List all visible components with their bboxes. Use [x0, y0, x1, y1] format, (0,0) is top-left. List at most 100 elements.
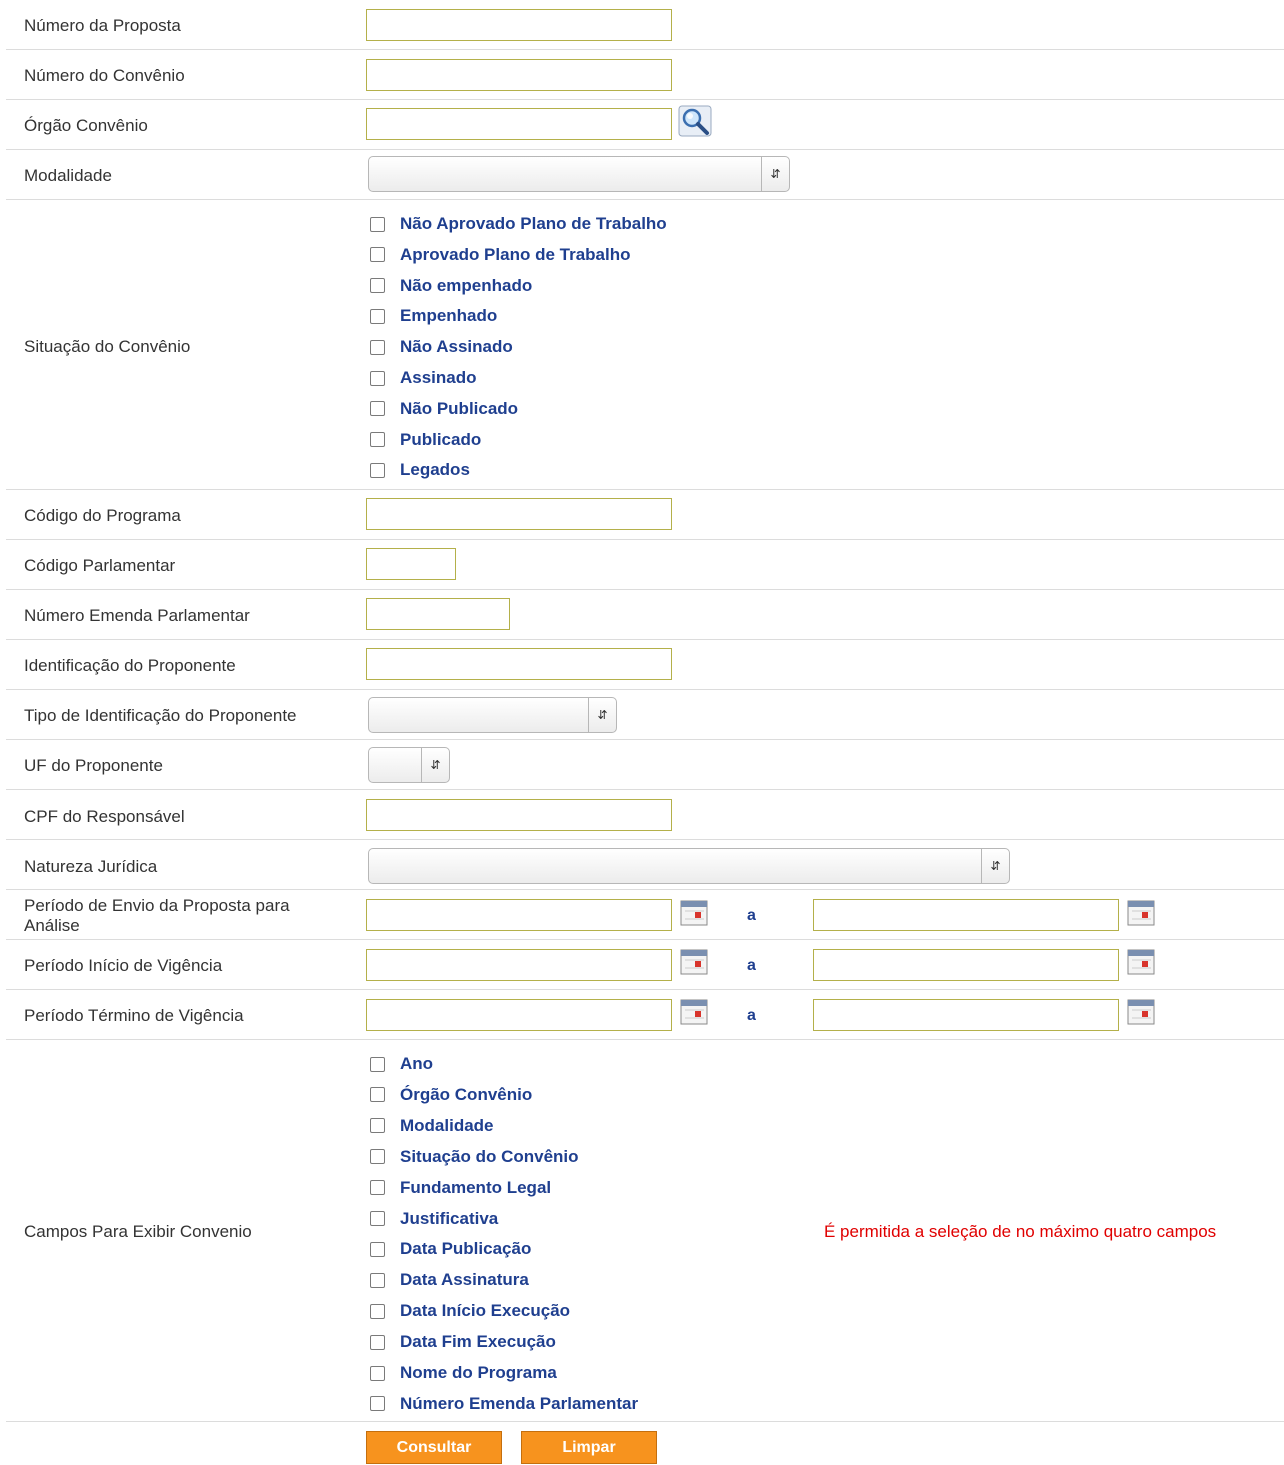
numero-convenio-input[interactable] [366, 59, 672, 91]
campo-exibir-option[interactable]: Fundamento Legal [370, 1176, 551, 1200]
periodo-termino-ate-input[interactable] [813, 999, 1119, 1031]
campo-exibir-option[interactable]: Ano [370, 1052, 433, 1076]
campo-exibir-checkbox[interactable] [370, 1118, 385, 1134]
label-codigo-programa: Código do Programa [24, 506, 181, 525]
periodo-envio-separator: a [747, 907, 756, 924]
numero-proposta-input[interactable] [366, 9, 672, 41]
calendar-icon[interactable] [680, 899, 708, 927]
campo-exibir-option[interactable]: Modalidade [370, 1114, 494, 1138]
campo-exibir-checkbox[interactable] [370, 1087, 385, 1103]
periodo-envio-fim-input[interactable] [813, 899, 1119, 931]
periodo-inicio-ate-input[interactable] [813, 949, 1119, 981]
situacao-option-label: Não Assinado [400, 337, 513, 357]
campo-exibir-option[interactable]: Justificativa [370, 1207, 498, 1231]
situacao-checkbox[interactable] [370, 432, 385, 448]
situacao-option[interactable]: Legados [370, 458, 470, 482]
periodo-inicio-separator: a [747, 957, 756, 974]
label-numero-convenio: Número do Convênio [24, 66, 185, 85]
campo-exibir-option[interactable]: Número Emenda Parlamentar [370, 1392, 638, 1416]
label-periodo-termino: Período Término de Vigência [24, 1006, 244, 1025]
row-numero-emenda: Número Emenda Parlamentar [6, 590, 1284, 640]
campo-exibir-option-label: Justificativa [400, 1208, 499, 1228]
situacao-option[interactable]: Não Publicado [370, 397, 518, 421]
campo-exibir-checkbox[interactable] [370, 1272, 385, 1288]
campo-exibir-checkbox[interactable] [370, 1396, 385, 1412]
periodo-inicio-de-input[interactable] [366, 949, 672, 981]
chevron-updown-icon: ⇵ [981, 849, 1009, 883]
situacao-checkbox[interactable] [370, 216, 385, 232]
row-uf-proponente: UF do Proponente [6, 740, 1284, 790]
label-codigo-parlamentar: Código Parlamentar [24, 556, 176, 575]
codigo-parlamentar-input[interactable] [366, 548, 456, 580]
uf-proponente-select[interactable]: ⇵ [368, 747, 450, 783]
campo-exibir-option[interactable]: Data Início Execução [370, 1299, 570, 1323]
tipo-identificacao-select[interactable]: ⇵ [368, 697, 617, 733]
situacao-option[interactable]: Publicado [370, 428, 481, 452]
codigo-programa-input[interactable] [366, 498, 672, 530]
situacao-option[interactable]: Aprovado Plano de Trabalho [370, 243, 630, 267]
campo-exibir-option-label: Nome do Programa [400, 1363, 557, 1382]
situacao-option[interactable]: Não Aprovado Plano de Trabalho [370, 212, 667, 236]
campo-exibir-checkbox[interactable] [370, 1241, 385, 1257]
calendar-icon[interactable] [680, 948, 708, 976]
limpar-button[interactable]: Limpar [521, 1431, 657, 1464]
orgao-convenio-input[interactable] [366, 108, 672, 140]
situacao-option[interactable]: Não empenhado [370, 274, 532, 298]
campo-exibir-option[interactable]: Data Publicação [370, 1237, 531, 1261]
campo-exibir-checkbox[interactable] [370, 1056, 385, 1072]
modalidade-select[interactable]: ⇵ [368, 156, 790, 192]
campo-exibir-option-label: Ano [400, 1054, 434, 1073]
campo-exibir-option[interactable]: Data Assinatura [370, 1268, 529, 1292]
campo-exibir-checkbox[interactable] [370, 1211, 385, 1226]
campo-exibir-option[interactable]: Data Fim Execução [370, 1330, 556, 1354]
situacao-checkbox[interactable] [370, 462, 385, 478]
campo-exibir-option-label: Órgão Convênio [400, 1084, 533, 1104]
situacao-option[interactable]: Não Assinado [370, 335, 513, 359]
periodo-envio-inicio-input[interactable] [366, 899, 672, 931]
calendar-icon[interactable] [1127, 998, 1155, 1026]
cpf-responsavel-input[interactable] [366, 799, 672, 831]
label-numero-emenda: Número Emenda Parlamentar [24, 606, 250, 625]
campo-exibir-checkbox[interactable] [370, 1334, 385, 1350]
label-identificacao-proponente: Identificação do Proponente [24, 656, 236, 675]
situacao-checkbox[interactable] [370, 247, 385, 263]
natureza-juridica-select[interactable]: ⇵ [368, 848, 1010, 884]
calendar-icon[interactable] [680, 998, 708, 1026]
situacao-option[interactable]: Empenhado [370, 304, 497, 328]
situacao-option[interactable]: Assinado [370, 366, 477, 390]
campo-exibir-option-label: Data Assinatura [400, 1270, 529, 1290]
campo-exibir-option[interactable]: Nome do Programa [370, 1361, 557, 1385]
campo-exibir-option-label: Modalidade [400, 1115, 494, 1135]
label-periodo-envio: Período de Envio da Proposta para Anális… [24, 896, 290, 935]
numero-emenda-input[interactable] [366, 598, 510, 630]
situacao-checkbox[interactable] [370, 401, 385, 417]
periodo-termino-de-input[interactable] [366, 999, 672, 1031]
campo-exibir-checkbox[interactable] [370, 1149, 385, 1165]
situacao-option-label: Publicado [400, 429, 482, 449]
situacao-checkbox[interactable] [370, 278, 385, 294]
label-modalidade: Modalidade [24, 166, 112, 185]
label-cpf-responsavel: CPF do Responsável [24, 807, 185, 826]
situacao-option-label: Não Aprovado Plano de Trabalho [400, 214, 667, 233]
situacao-checkbox[interactable] [370, 308, 385, 324]
row-tipo-identificacao: Tipo de Identificação do Proponente [6, 690, 1284, 740]
situacao-checkbox[interactable] [370, 339, 385, 355]
max-selection-warning: É permitida a seleção de no máximo quatr… [824, 1222, 1217, 1241]
situacao-option-label: Assinado [400, 368, 477, 387]
campo-exibir-checkbox[interactable] [370, 1180, 385, 1196]
campo-exibir-checkbox[interactable] [370, 1303, 385, 1319]
campo-exibir-option[interactable]: Órgão Convênio [370, 1083, 532, 1107]
situacao-option-label: Não Publicado [400, 398, 519, 418]
periodo-termino-separator: a [747, 1007, 756, 1024]
consultar-button[interactable]: Consultar [366, 1431, 502, 1464]
label-situacao-convenio: Situação do Convênio [24, 337, 191, 356]
calendar-icon[interactable] [1127, 948, 1155, 976]
row-situacao-convenio: Situação do Convênio [6, 200, 1284, 490]
campo-exibir-checkbox[interactable] [370, 1365, 385, 1381]
identificacao-proponente-input[interactable] [366, 648, 672, 680]
label-campos-exibir: Campos Para Exibir Convenio [24, 1222, 252, 1241]
magnifier-icon[interactable] [678, 105, 712, 137]
campo-exibir-option[interactable]: Situação do Convênio [370, 1145, 579, 1169]
calendar-icon[interactable] [1127, 899, 1155, 927]
situacao-checkbox[interactable] [370, 370, 385, 386]
